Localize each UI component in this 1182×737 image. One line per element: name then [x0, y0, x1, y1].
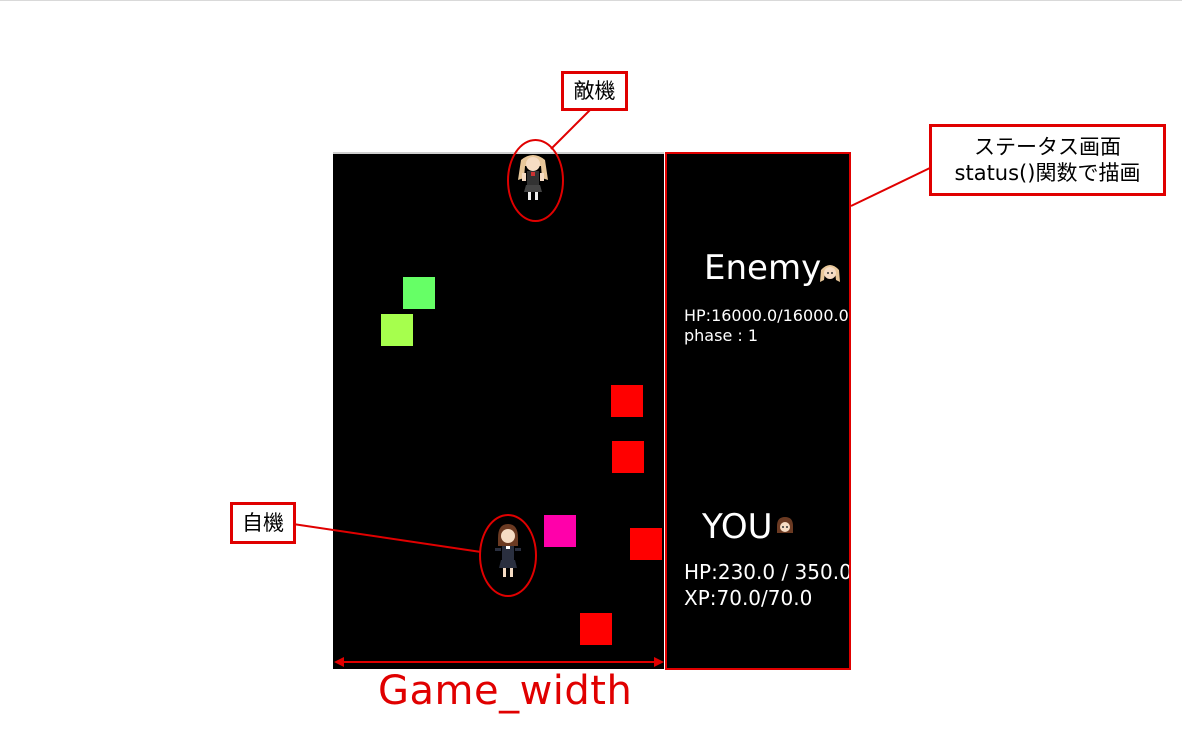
game-width-label: Game_width: [378, 668, 633, 714]
game-width-arrow-right: [654, 657, 664, 667]
enemy-leader-line: [550, 106, 594, 150]
enemy-callout: 敵機: [561, 71, 628, 111]
status-callout: ステータス画面 status()関数で描画: [929, 124, 1166, 196]
player-callout-label: 自機: [242, 511, 284, 535]
enemy-callout-label: 敵機: [573, 79, 616, 103]
player-callout: 自機: [230, 502, 296, 544]
status-callout-line1: ステータス画面: [974, 135, 1121, 159]
status-leader-line: [850, 166, 933, 207]
status-callout-line2: status()関数で描画: [954, 161, 1141, 185]
game-width-arrow-left: [334, 657, 344, 667]
player-leader-line: [292, 523, 482, 553]
